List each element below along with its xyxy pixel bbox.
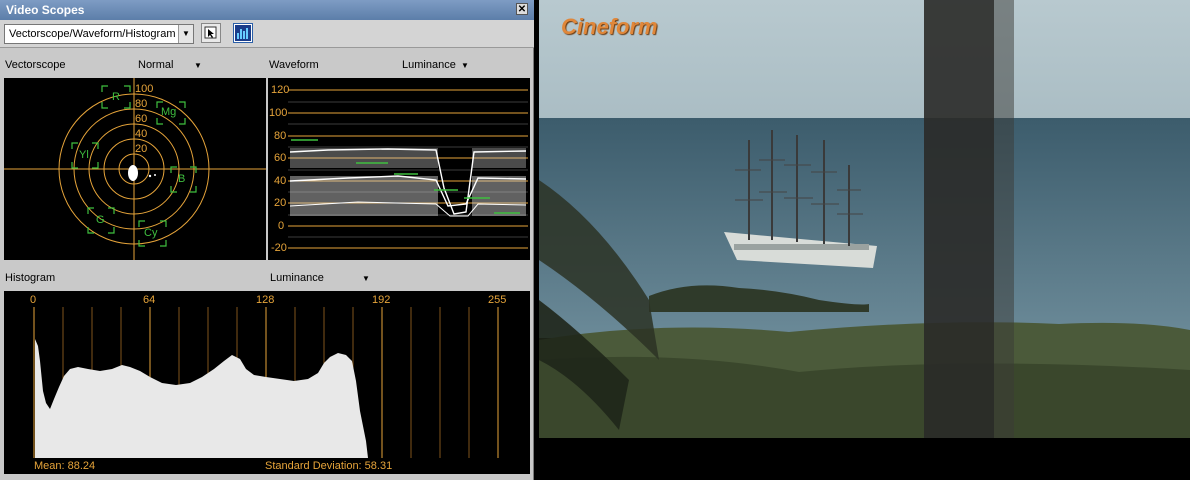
vectorscope-mode-dropdown[interactable]: Normal [138, 59, 173, 71]
waveform-header: Waveform Luminance ▼ [266, 53, 532, 75]
ring-label-40: 40 [135, 128, 148, 140]
histogram-scale-64: 64 [143, 294, 156, 306]
scope-type-value: Vectorscope/Waveform/Histogram [9, 28, 176, 40]
scopes-toolbar: Vectorscope/Waveform/Histogram ▼ [0, 20, 534, 48]
waveform-scale-neg20: -20 [271, 242, 287, 254]
waveform-scale-60: 60 [274, 152, 287, 164]
target-b: B [178, 173, 186, 185]
histogram-header: Histogram Luminance ▼ [0, 266, 532, 288]
panel-title: Video Scopes [6, 3, 85, 17]
target-g: G [96, 214, 105, 226]
vectorscope-header: Vectorscope Normal ▼ [0, 53, 266, 75]
histogram-scale-128: 128 [256, 294, 275, 306]
waveform-scale-120: 120 [271, 84, 290, 96]
chevron-down-icon[interactable]: ▼ [178, 25, 193, 43]
ring-label-100: 100 [135, 83, 154, 95]
waveform-graticule [288, 89, 528, 249]
caret-down-icon[interactable]: ▼ [194, 61, 202, 70]
scope-type-select[interactable]: Vectorscope/Waveform/Histogram ▼ [4, 24, 194, 44]
target-yl: Yl [79, 149, 89, 161]
vectorscope-label: Vectorscope [5, 59, 66, 71]
vectorscope-display: 100 80 60 40 20 R Mg B Cy G Yl [4, 78, 266, 260]
panel-titlebar: Video Scopes ✕ [0, 0, 534, 20]
target-cy: Cy [144, 227, 158, 239]
waveform-scale-100: 100 [269, 107, 288, 119]
waveform-scale-0: 0 [278, 220, 285, 232]
video-frame-image [539, 0, 1190, 480]
caret-down-icon[interactable]: ▼ [461, 61, 469, 70]
waveform-label: Waveform [269, 59, 319, 71]
pointer-icon [204, 26, 217, 39]
waveform-scale-80: 80 [274, 130, 287, 142]
histogram-scale-0: 0 [30, 294, 37, 306]
close-button[interactable]: ✕ [516, 3, 528, 15]
ring-label-80: 80 [135, 98, 148, 110]
waveform-display: 120 100 80 60 40 20 0 -20 [268, 78, 530, 260]
histogram-icon [235, 25, 251, 41]
histogram-mean: Mean: 88.24 [34, 460, 96, 472]
target-r: R [112, 91, 120, 103]
target-mg: Mg [161, 106, 177, 118]
histogram-scale-192: 192 [372, 294, 391, 306]
histogram-display: 0 64 128 192 255 Mean: 88.24 Standard De… [4, 291, 530, 474]
waveform-scale-20: 20 [274, 197, 287, 209]
video-preview: Cineform [539, 0, 1190, 480]
histogram-mode-dropdown[interactable]: Luminance [270, 272, 324, 284]
histogram-stddev: Standard Deviation: 58.31 [265, 460, 393, 472]
pointer-tool-button[interactable] [201, 23, 221, 43]
cineform-watermark: Cineform [561, 14, 658, 39]
histogram-graticule [33, 307, 499, 458]
histogram-label: Histogram [5, 272, 56, 284]
histogram-scale-255: 255 [488, 294, 507, 306]
ring-label-20: 20 [135, 143, 148, 155]
caret-down-icon[interactable]: ▼ [362, 274, 370, 283]
waveform-mode-dropdown[interactable]: Luminance [402, 59, 456, 71]
histogram-toggle-button[interactable] [233, 23, 253, 43]
ring-label-60: 60 [135, 113, 148, 125]
video-scopes-panel: Video Scopes ✕ Vectorscope/Waveform/Hist… [0, 0, 534, 480]
waveform-scale-40: 40 [274, 175, 287, 187]
